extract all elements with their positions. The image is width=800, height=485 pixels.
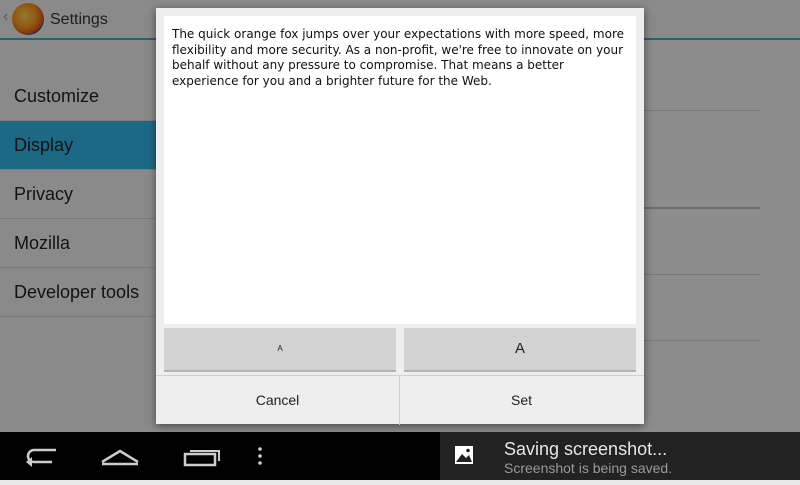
notification-subtitle: Screenshot is being saved. <box>504 460 673 476</box>
increase-font-button[interactable]: A <box>404 328 636 372</box>
set-button[interactable]: Set <box>400 376 643 425</box>
preview-text: The quick orange fox jumps over your exp… <box>172 27 625 88</box>
image-icon <box>454 445 474 465</box>
screenshot-notification[interactable]: Saving screenshot... Screenshot is being… <box>440 432 800 480</box>
dialog-button-bar: Cancel Set <box>156 375 644 425</box>
recent-apps-icon[interactable] <box>173 432 229 480</box>
back-icon[interactable] <box>12 432 68 480</box>
menu-icon[interactable] <box>232 432 288 480</box>
font-size-dialog: The quick orange fox jumps over your exp… <box>156 8 644 425</box>
cancel-button[interactable]: Cancel <box>156 376 400 425</box>
font-preview: The quick orange fox jumps over your exp… <box>164 16 636 324</box>
home-icon[interactable] <box>92 432 148 480</box>
notification-title: Saving screenshot... <box>504 439 668 459</box>
decrease-font-button[interactable]: A <box>164 328 396 372</box>
